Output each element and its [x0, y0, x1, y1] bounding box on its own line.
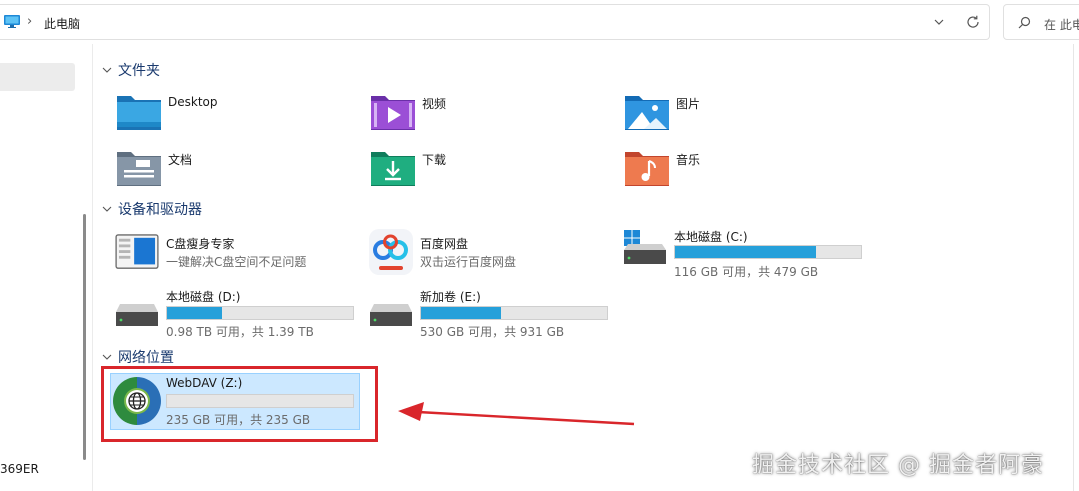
pane-divider: [92, 44, 93, 491]
pictures-folder-icon: [625, 96, 669, 130]
drive-tile-c[interactable]: 本地磁盘 (C:) 116 GB 可用，共 479 GB: [622, 228, 872, 284]
baidu-netdisk-icon: [369, 229, 413, 275]
drive-tile-d[interactable]: 本地磁盘 (D:) 0.98 TB 可用，共 1.39 TB: [114, 288, 364, 344]
desktop-folder-icon: [117, 96, 161, 130]
folder-tile-pictures[interactable]: 图片: [624, 92, 854, 148]
drive-name: 本地磁盘 (C:): [674, 230, 748, 244]
section-header-folders[interactable]: 文件夹: [102, 60, 160, 80]
breadcrumb-this-pc[interactable]: 此电脑: [44, 15, 80, 32]
nav-selected-item[interactable]: [0, 63, 75, 91]
nav-scrollbar[interactable]: [83, 214, 86, 460]
chevron-down-icon: [102, 206, 112, 212]
drive-usage-fill: [167, 307, 222, 319]
section-label: 设备和驱动器: [118, 202, 202, 218]
nav-item-label[interactable]: 369ER: [0, 462, 39, 476]
folder-name: 下载: [422, 153, 447, 167]
drive-usage-text: 116 GB 可用，共 479 GB: [674, 265, 819, 279]
drive-tile-e[interactable]: 新加卷 (E:) 530 GB 可用，共 931 GB: [368, 288, 618, 344]
music-folder-icon: [625, 152, 669, 186]
drive-usage-bar: [420, 306, 608, 320]
watermark: 掘金技术社区 @ 掘金者阿豪: [752, 453, 1044, 478]
folder-name: 文档: [168, 153, 193, 167]
chevron-down-icon: [102, 67, 112, 73]
app-description: 双击运行百度网盘: [420, 255, 517, 269]
drive-usage-fill: [421, 307, 501, 319]
search-box[interactable]: 在 此电: [1003, 4, 1079, 40]
chevron-down-icon: [102, 354, 112, 360]
hard-drive-icon: [116, 304, 158, 326]
c-cleaner-app-icon: [115, 234, 159, 269]
app-tile-baidu-netdisk[interactable]: 百度网盘 双击运行百度网盘: [368, 228, 608, 284]
drive-name: 本地磁盘 (D:): [166, 290, 241, 304]
folder-tile-desktop[interactable]: Desktop: [116, 92, 346, 148]
drive-usage-text: 530 GB 可用，共 931 GB: [420, 325, 565, 339]
documents-folder-icon: [117, 152, 161, 186]
folder-tile-music[interactable]: 音乐: [624, 148, 854, 204]
downloads-folder-icon: [371, 152, 415, 186]
folder-name: Desktop: [168, 95, 218, 109]
this-pc-icon: [4, 15, 20, 28]
address-bar[interactable]: › 此电脑: [0, 4, 990, 40]
app-name: C盘瘦身专家: [166, 237, 235, 251]
drive-usage-bar: [674, 245, 862, 259]
drive-name: 新加卷 (E:): [420, 290, 481, 304]
navigation-pane: 369ER: [0, 44, 92, 491]
windows-drive-icon: [624, 230, 666, 264]
refresh-icon[interactable]: [965, 14, 981, 30]
folder-name: 视频: [422, 97, 447, 111]
app-name: 百度网盘: [420, 237, 469, 251]
chevron-down-icon[interactable]: [932, 15, 946, 29]
folder-name: 图片: [676, 97, 701, 111]
search-placeholder: 在 此电: [1044, 18, 1079, 32]
search-icon: [1018, 16, 1031, 29]
app-description: 一键解决C盘空间不足问题: [166, 255, 307, 269]
videos-folder-icon: [371, 96, 415, 130]
section-label: 网络位置: [118, 350, 174, 366]
app-tile-c-cleaner[interactable]: C盘瘦身专家 一键解决C盘空间不足问题: [114, 234, 354, 290]
folder-name: 音乐: [676, 153, 701, 167]
drive-usage-bar: [166, 306, 354, 320]
annotation-arrow: [398, 402, 635, 426]
breadcrumb-separator: ›: [27, 14, 33, 29]
section-label: 文件夹: [118, 63, 160, 79]
window-edge: [1073, 44, 1074, 491]
folder-tile-videos[interactable]: 视频: [370, 92, 600, 148]
hard-drive-icon: [370, 304, 412, 326]
annotation-highlight-box: [101, 366, 378, 442]
folder-tile-downloads[interactable]: 下载: [370, 148, 600, 204]
section-header-network[interactable]: 网络位置: [102, 347, 174, 367]
drive-usage-text: 0.98 TB 可用，共 1.39 TB: [166, 325, 314, 339]
drive-usage-fill: [675, 246, 816, 258]
section-header-devices[interactable]: 设备和驱动器: [102, 199, 202, 219]
folder-tile-documents[interactable]: 文档: [116, 148, 346, 204]
